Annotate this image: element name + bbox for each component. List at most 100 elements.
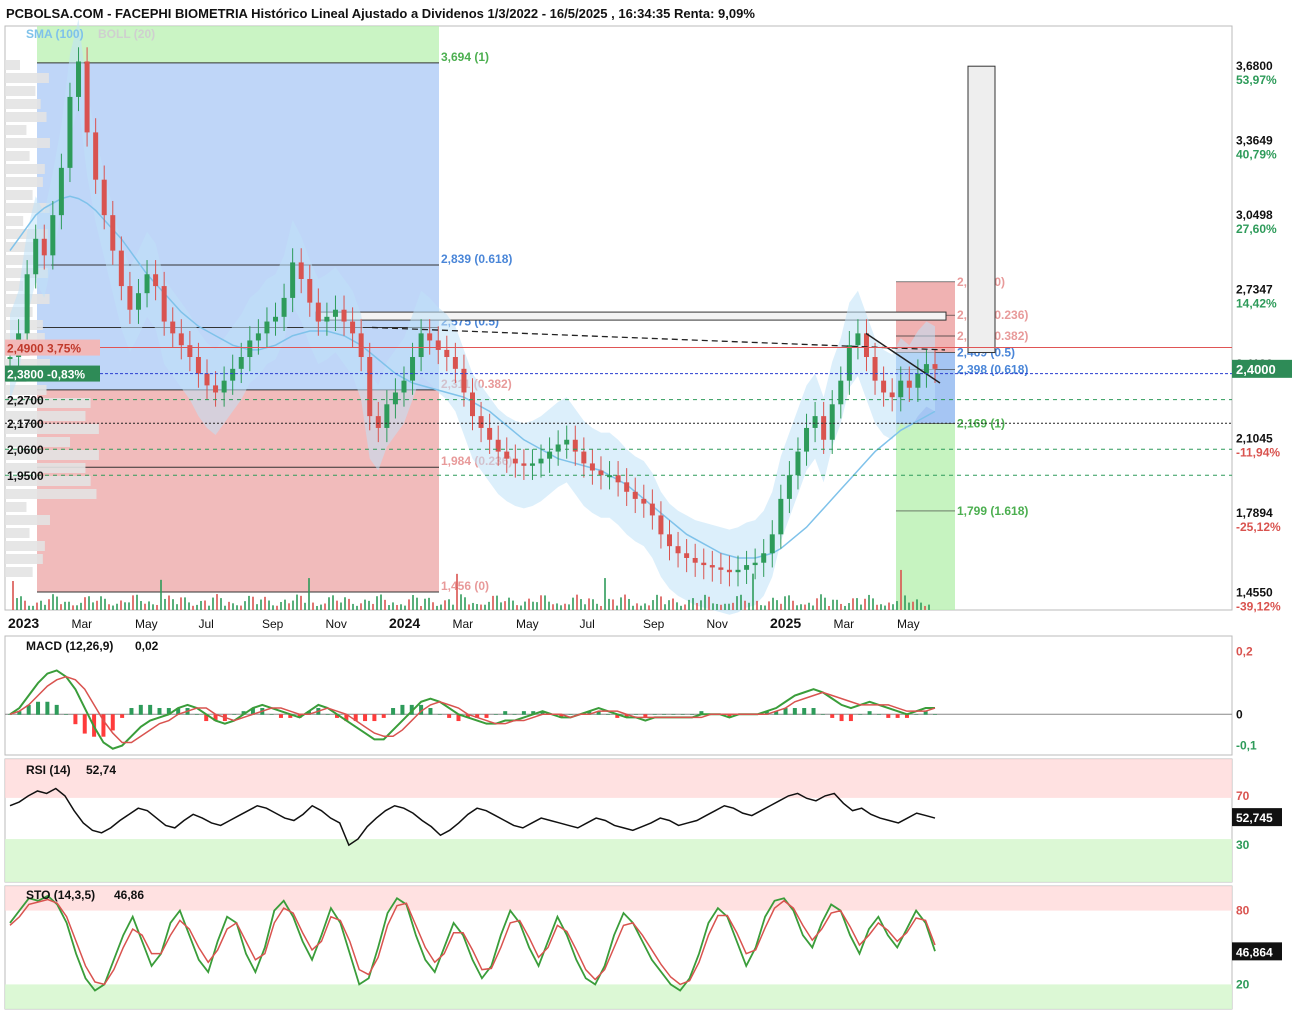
- volume-bar: [356, 605, 358, 610]
- volume-bar: [288, 603, 290, 610]
- volume-bar: [300, 595, 302, 610]
- volume-bar: [684, 604, 686, 610]
- volume-bar: [820, 594, 822, 610]
- volume-bar: [280, 602, 282, 610]
- volume-bar: [616, 605, 618, 610]
- candle-body: [247, 340, 253, 358]
- x-tick-label: May: [516, 617, 539, 631]
- y-tick-pct: 27,60%: [1236, 222, 1277, 236]
- volume-bar: [744, 600, 746, 610]
- volume-bar: [840, 603, 842, 610]
- volume-bar: [228, 601, 230, 610]
- fib-label: 1,456 (0): [441, 579, 489, 593]
- candle-body: [786, 475, 792, 499]
- volume-bar: [352, 603, 354, 610]
- candle-body: [632, 491, 638, 499]
- macd-histogram-bar: [671, 714, 676, 715]
- legend-boll: BOLL (20): [98, 27, 155, 41]
- candle-body: [649, 503, 655, 516]
- volume-bar: [900, 569, 902, 610]
- volume-bar: [316, 605, 318, 610]
- candle-body: [915, 373, 921, 388]
- volume-bar: [788, 595, 790, 610]
- volume-bar: [60, 604, 62, 610]
- volume-bar: [536, 602, 538, 610]
- volume-bar: [724, 603, 726, 610]
- volume-bar: [192, 605, 194, 610]
- last-price-label: 2,4000: [1236, 362, 1276, 377]
- sto-label: STO (14,3,5): [26, 888, 95, 902]
- volume-bar: [676, 602, 678, 610]
- candle-body: [50, 215, 56, 256]
- price-label: 2,1700: [7, 417, 44, 431]
- volume-bar: [656, 594, 658, 610]
- candle-body: [41, 238, 47, 256]
- volume-bar: [400, 604, 402, 610]
- volume-bar: [240, 605, 242, 610]
- volume-bar: [720, 604, 722, 610]
- volume-bar: [888, 602, 890, 610]
- candle-body: [298, 262, 304, 279]
- volume-profile-bar: [5, 541, 45, 551]
- candle-body: [33, 238, 39, 275]
- volume-bar: [112, 605, 114, 610]
- volume-bar: [896, 601, 898, 610]
- macd-histogram-bar: [278, 714, 283, 718]
- volume-bar: [860, 604, 862, 610]
- volume-bar: [184, 597, 186, 610]
- volume-bar: [740, 594, 742, 610]
- x-tick-label: 2025: [770, 615, 801, 631]
- volume-bar: [212, 597, 214, 610]
- macd-histogram-bar: [437, 714, 442, 715]
- volume-bar: [200, 600, 202, 610]
- volume-bar: [44, 604, 46, 610]
- x-tick-label: Mar: [834, 617, 855, 631]
- candle-body: [804, 427, 810, 452]
- volume-profile-bar: [5, 567, 33, 577]
- candle-body: [435, 340, 441, 350]
- candle-body: [238, 357, 244, 369]
- macd-histogram-bar: [372, 714, 377, 722]
- candle-body: [855, 333, 861, 346]
- volume-bar: [916, 599, 918, 610]
- volume-bar: [692, 598, 694, 610]
- volume-bar: [812, 605, 814, 610]
- volume-profile-bar: [5, 138, 50, 148]
- volume-bar: [512, 600, 514, 610]
- candle-body: [718, 567, 724, 570]
- macd-histogram-bar: [381, 714, 386, 718]
- volume-bar: [884, 605, 886, 610]
- volume-profile-bar: [5, 60, 20, 70]
- candle-body: [684, 553, 690, 558]
- candle-body: [478, 416, 484, 428]
- volume-bar: [580, 599, 582, 610]
- volume-bar: [64, 601, 66, 610]
- candle-body: [624, 482, 630, 492]
- volume-bar: [800, 604, 802, 610]
- volume-bar: [696, 602, 698, 610]
- candle-body: [872, 357, 878, 381]
- volume-bar: [360, 603, 362, 610]
- macd-histogram-bar: [493, 714, 498, 715]
- volume-bar: [844, 605, 846, 610]
- candle-body: [598, 470, 604, 476]
- macd-histogram-bar: [512, 714, 517, 715]
- candle-body: [273, 316, 279, 322]
- volume-bar: [132, 595, 134, 610]
- sto-value: 46,86: [114, 888, 144, 902]
- volume-bar: [484, 604, 486, 610]
- candle-body: [495, 439, 501, 452]
- volume-bar: [68, 601, 70, 610]
- candle-body: [324, 316, 330, 322]
- candle-body: [24, 274, 30, 334]
- candle-body: [444, 349, 450, 358]
- candle-body: [863, 333, 869, 358]
- macd-histogram-bar: [447, 714, 452, 718]
- volume-bar: [296, 594, 298, 610]
- candle-body: [230, 368, 236, 381]
- candle-body: [778, 498, 784, 535]
- volume-bar: [176, 604, 178, 610]
- sto-tick: 80: [1236, 904, 1250, 918]
- macd-histogram-bar: [895, 714, 900, 718]
- rsi-oversold-zone: [5, 839, 1232, 882]
